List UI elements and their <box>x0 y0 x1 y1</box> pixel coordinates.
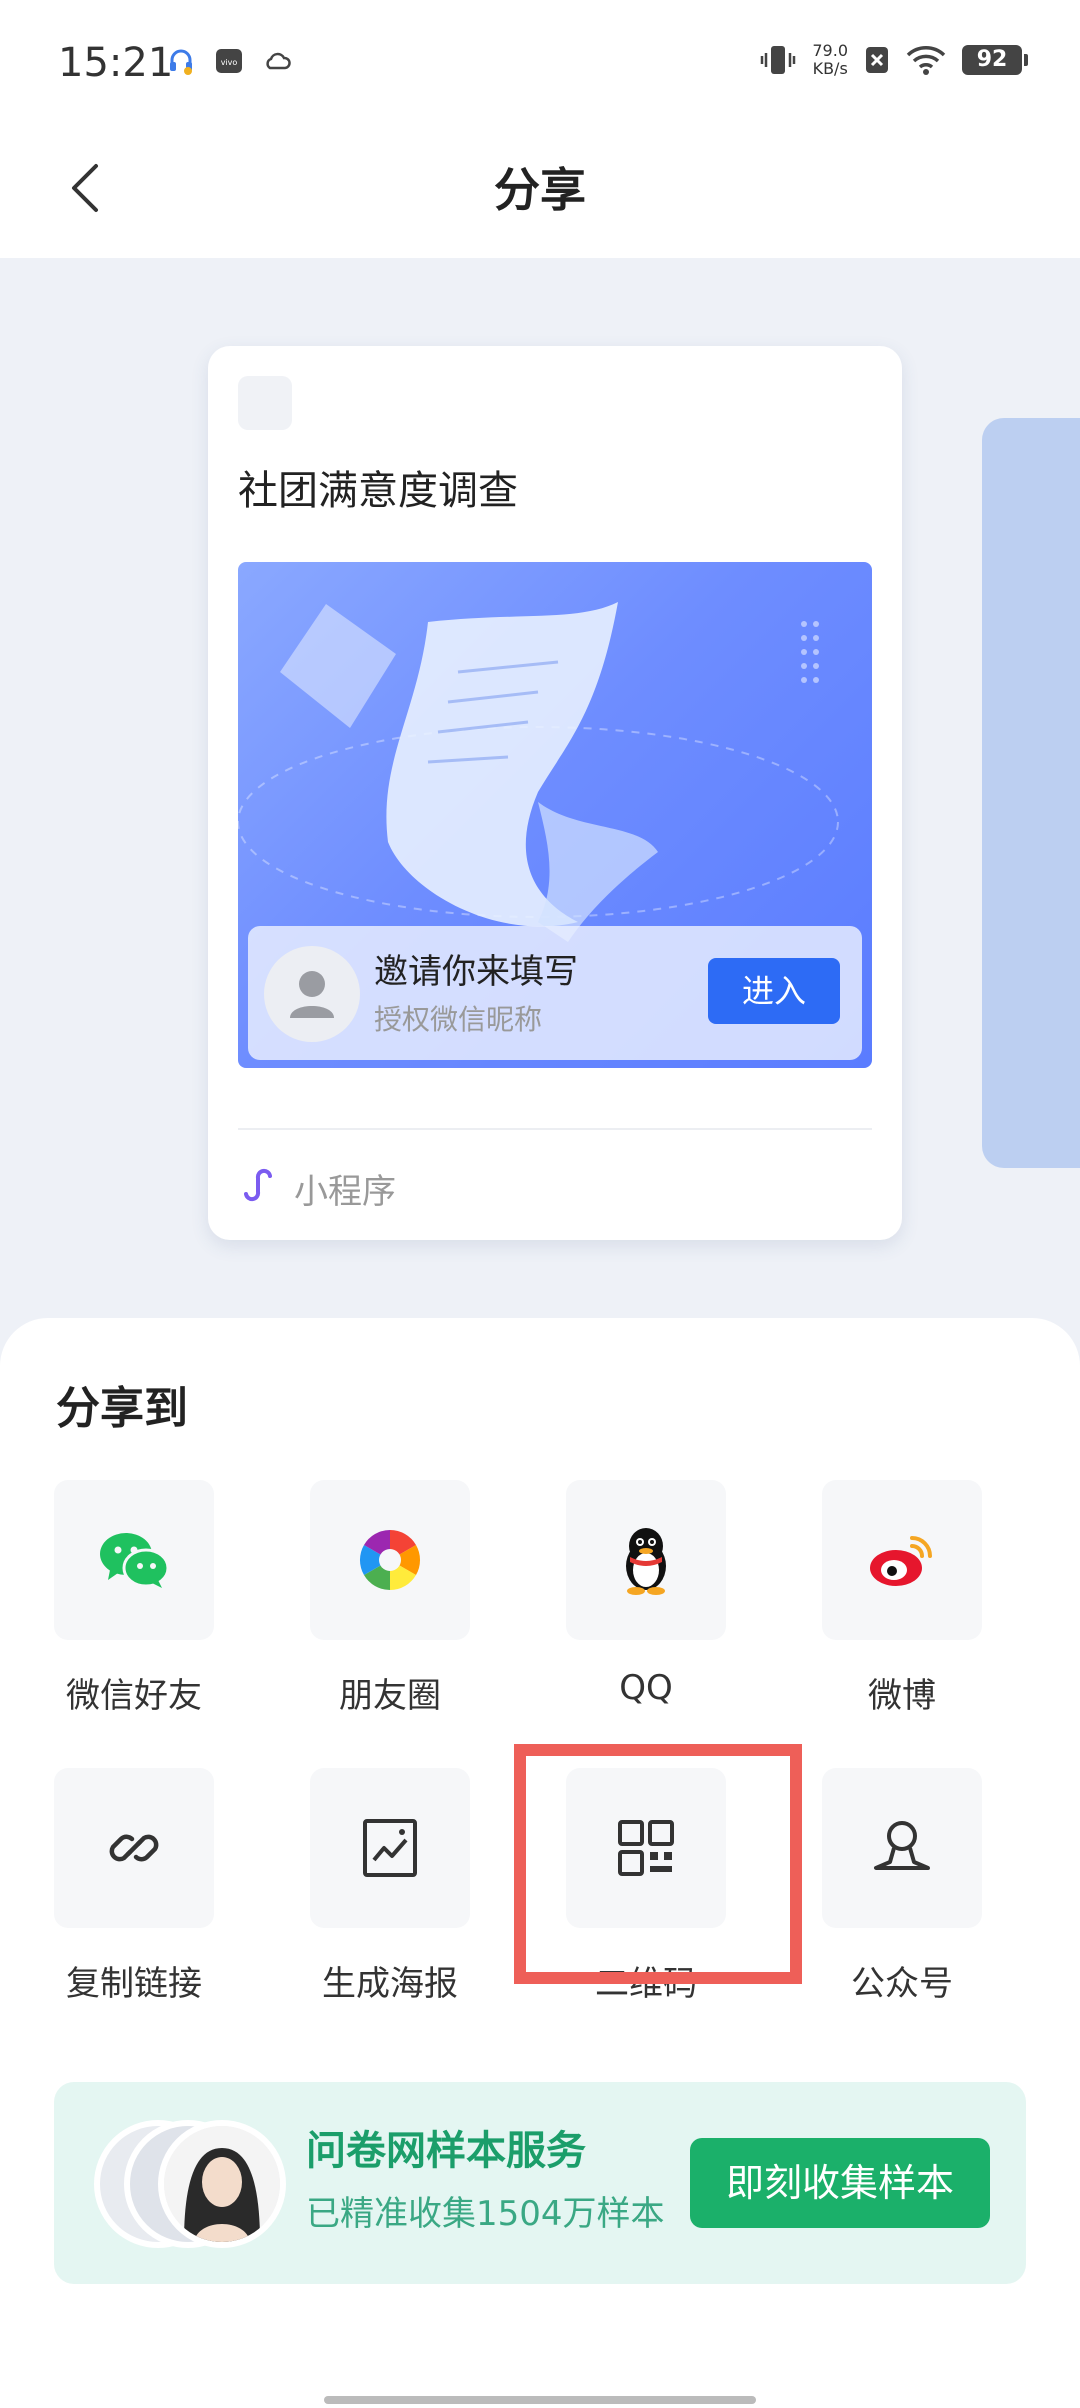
invite-banner: 邀请你来填写 授权微信昵称 进入 <box>248 926 862 1060</box>
status-left-icons: vivo <box>166 46 292 76</box>
share-label: 微博 <box>868 1676 936 1716</box>
person-icon <box>290 971 334 1018</box>
card-avatar <box>238 376 292 430</box>
collect-samples-button[interactable]: 即刻收集样本 <box>690 2138 990 2228</box>
status-right-icons: 79.0 KB/s 92 <box>760 42 1028 78</box>
poster-icon[interactable] <box>310 1768 470 1928</box>
no-sim-icon <box>866 47 888 73</box>
status-time: 15:21 <box>58 40 174 86</box>
home-indicator[interactable] <box>324 2396 756 2404</box>
card-divider <box>238 1128 872 1130</box>
page-title: 分享 <box>494 163 586 217</box>
card-title: 社团满意度调查 <box>238 468 518 514</box>
share-label: 朋友圈 <box>339 1676 441 1716</box>
card-cover-image: 邀请你来填写 授权微信昵称 进入 <box>238 562 872 1068</box>
cloud-icon <box>266 52 291 70</box>
mini-program-label: 小程序 <box>294 1172 396 1212</box>
moments-icon[interactable] <box>310 1480 470 1640</box>
enter-button[interactable]: 进入 <box>708 958 840 1024</box>
share-poster[interactable]: 生成海报 <box>290 1768 490 2005</box>
share-label: 生成海报 <box>322 1964 458 2004</box>
highlight-box <box>514 1744 802 1984</box>
share-moments[interactable]: 朋友圈 <box>290 1480 490 1717</box>
next-preview-card[interactable] <box>982 418 1080 1168</box>
weibo-icon[interactable] <box>822 1480 982 1640</box>
net-speed-value: 79.0 <box>812 41 848 60</box>
share-label: 复制链接 <box>66 1964 202 2004</box>
invite-title: 邀请你来填写 <box>374 952 578 992</box>
share-copy-link[interactable]: 复制链接 <box>34 1768 234 2005</box>
share-official-account[interactable]: 公众号 <box>802 1768 1002 2005</box>
person-photo-icon <box>164 2126 280 2242</box>
share-label: 公众号 <box>851 1964 953 2004</box>
share-label: 微信好友 <box>66 1676 202 1716</box>
avatar <box>158 2120 286 2248</box>
link-icon[interactable] <box>54 1768 214 1928</box>
wifi-icon <box>906 46 946 75</box>
promo-subtitle: 已精准收集1504万样本 <box>306 2194 665 2234</box>
vivo-icon: vivo <box>216 49 242 73</box>
net-speed: 79.0 KB/s <box>812 42 848 78</box>
battery-indicator: 92 <box>962 45 1028 75</box>
share-qq[interactable]: QQ <box>546 1480 746 1708</box>
mini-program-icon <box>244 1168 272 1202</box>
net-speed-unit: KB/s <box>812 59 848 78</box>
sample-service-banner[interactable]: 问卷网样本服务 已精准收集1504万样本 即刻收集样本 <box>54 2082 1026 2284</box>
sheet-title: 分享到 <box>56 1383 188 1434</box>
promo-title: 问卷网样本服务 <box>306 2128 586 2174</box>
qq-icon[interactable] <box>566 1480 726 1640</box>
share-weibo[interactable]: 微博 <box>802 1480 1002 1717</box>
status-bar: 15:21 vivo 79.0 KB/s 92 <box>0 0 1080 120</box>
svg-text:vivo: vivo <box>221 58 238 67</box>
share-label: QQ <box>619 1668 673 1708</box>
official-account-icon[interactable] <box>822 1768 982 1928</box>
share-preview-card[interactable]: 社团满意度调查 邀请你来填写 授权微信昵称 进入 小程序 <box>208 346 902 1240</box>
top-nav-bar: 分享 <box>0 120 1080 258</box>
share-wechat-friend[interactable]: 微信好友 <box>34 1480 234 1717</box>
invite-subtitle: 授权微信昵称 <box>374 1003 543 1036</box>
headset-icon <box>170 49 192 75</box>
user-avatar <box>264 946 360 1042</box>
wechat-icon[interactable] <box>54 1480 214 1640</box>
vibrate-icon <box>761 46 796 74</box>
